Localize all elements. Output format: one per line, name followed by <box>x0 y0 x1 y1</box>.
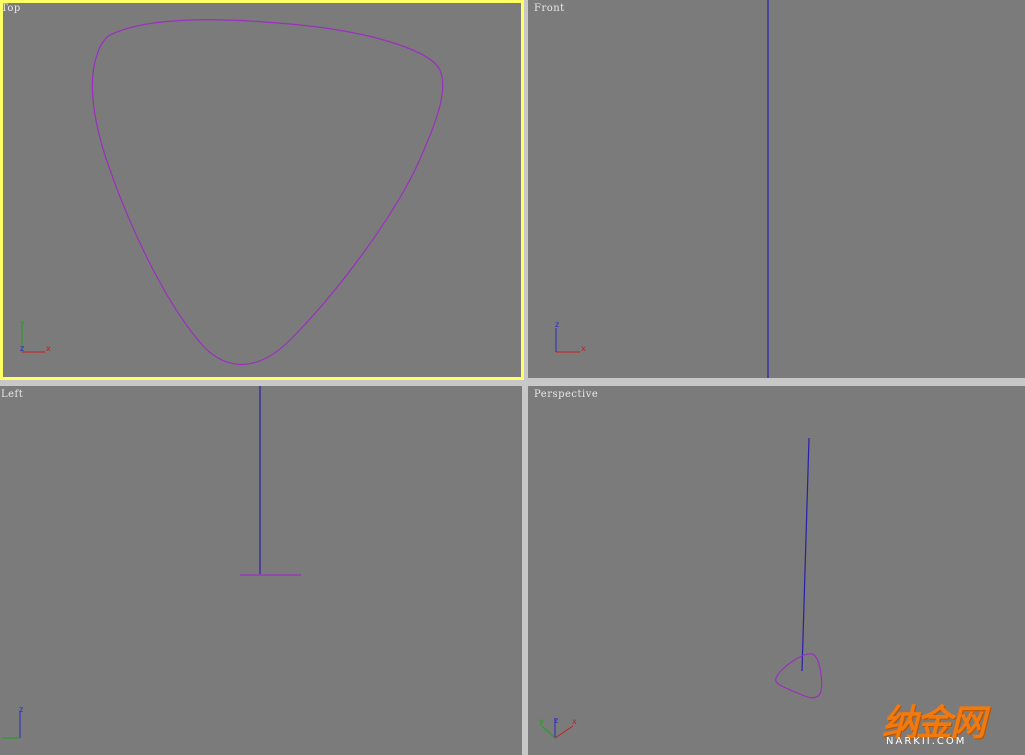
axis-gizmo-front: x z <box>555 320 586 353</box>
axis-y-label: y <box>20 318 25 327</box>
spline-shape-perspective[interactable] <box>775 653 823 699</box>
axis-x-label: x <box>572 717 577 726</box>
spline-shape-top[interactable] <box>91 19 444 366</box>
axis-gizmo-perspective: x y z <box>539 716 577 739</box>
spline-line-perspective[interactable] <box>801 437 810 672</box>
axis-z-label: z <box>554 716 558 725</box>
axis-x-label: x <box>46 344 51 353</box>
axis-z-label: z <box>20 344 24 353</box>
viewport-left-canvas[interactable]: z <box>0 386 522 755</box>
axis-gizmo-left: z <box>2 705 23 739</box>
axis-y-label: y <box>539 717 544 726</box>
viewport-left[interactable]: Left z <box>0 386 522 755</box>
watermark-en-text: NARKII.COM <box>886 736 967 747</box>
axis-gizmo-top: x y z <box>20 318 51 353</box>
viewport-top[interactable]: Top x y z <box>0 0 524 380</box>
viewport-top-canvas[interactable]: x y z <box>0 0 524 380</box>
watermark-logo: 纳金网 NARKII.COM <box>880 692 1020 752</box>
viewport-grid: Top x y z Front x z Left z Perspective x… <box>0 0 1025 755</box>
axis-z-label: z <box>19 705 23 714</box>
axis-z-label: z <box>555 320 559 329</box>
viewport-front[interactable]: Front x z <box>528 0 1025 378</box>
axis-x-label: x <box>581 344 586 353</box>
viewport-front-canvas[interactable]: x z <box>528 0 1025 378</box>
